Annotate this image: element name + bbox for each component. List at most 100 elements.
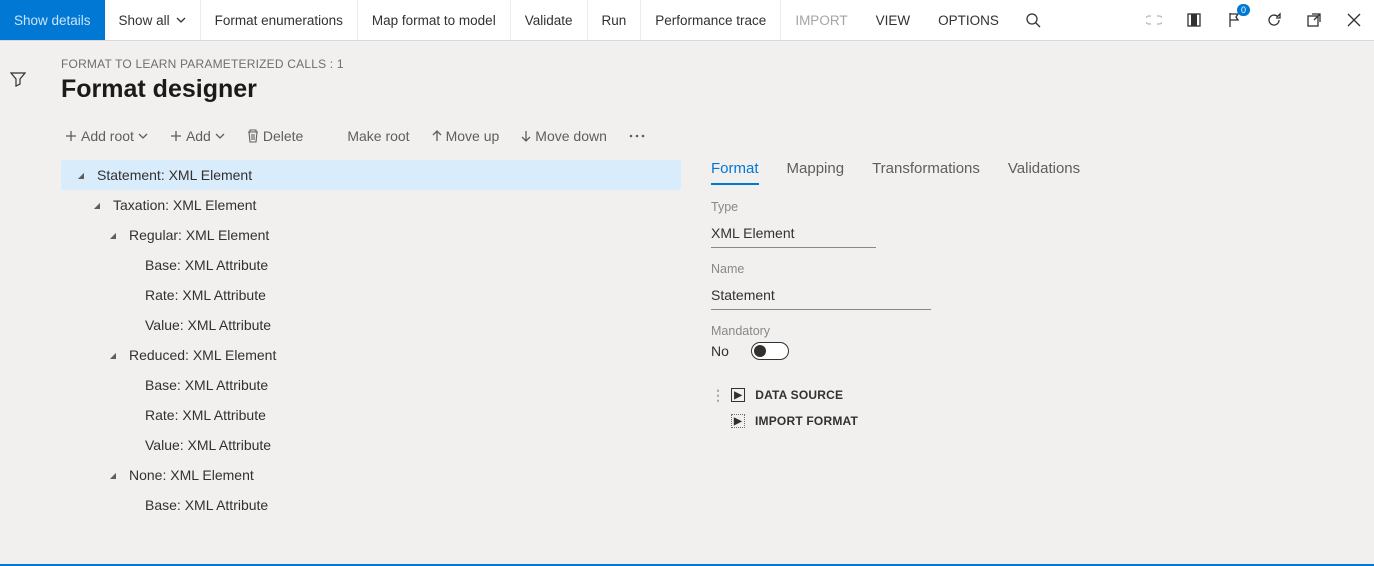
move-up-label: Move up	[446, 128, 500, 144]
delete-label: Delete	[263, 128, 303, 144]
type-label: Type	[711, 200, 1111, 214]
menu-show-all[interactable]: Show all	[105, 0, 201, 40]
tree-node-label: Rate: XML Attribute	[145, 287, 266, 303]
tree-expander-icon[interactable]: ◢	[103, 471, 123, 480]
tree-node-label: Base: XML Attribute	[145, 377, 268, 393]
tree-row[interactable]: Base: XML Attribute	[61, 370, 681, 400]
tree-row[interactable]: ◢ Reduced: XML Element	[61, 340, 681, 370]
import-format-expander[interactable]: ▶ IMPORT FORMAT	[711, 408, 1111, 434]
tab-transformations[interactable]: Transformations	[872, 160, 980, 185]
mandatory-label: Mandatory	[711, 324, 1111, 338]
mandatory-toggle[interactable]	[751, 342, 789, 360]
chevron-down-icon	[176, 17, 186, 23]
menu-office-button[interactable]	[1174, 0, 1214, 40]
move-down-button[interactable]: Move down	[517, 126, 611, 146]
add-label: Add	[186, 128, 211, 144]
tab-format[interactable]: Format	[711, 160, 759, 185]
close-icon	[1347, 13, 1361, 27]
trash-icon	[247, 129, 259, 143]
tree-node-label: Reduced: XML Element	[129, 347, 276, 363]
filter-icon[interactable]	[10, 71, 26, 87]
plus-icon	[65, 130, 77, 142]
link-icon	[1146, 15, 1162, 25]
arrow-down-icon	[521, 130, 531, 142]
delete-button[interactable]: Delete	[243, 126, 307, 146]
page-title: Format designer	[61, 75, 1372, 104]
toolbar-overflow-button[interactable]	[625, 132, 649, 140]
type-field[interactable]	[711, 218, 876, 248]
menu-spacer	[1053, 0, 1134, 40]
move-down-label: Move down	[535, 128, 607, 144]
menu-close-button[interactable]	[1334, 0, 1374, 40]
tree-expander-icon[interactable]: ◢	[103, 231, 123, 240]
arrow-up-icon	[432, 130, 442, 142]
tree-expander-icon[interactable]: ◢	[71, 171, 91, 180]
name-field[interactable]	[711, 280, 931, 310]
menu-view[interactable]: VIEW	[862, 0, 925, 40]
tree-node-label: Statement: XML Element	[97, 167, 252, 183]
plus-icon	[170, 130, 182, 142]
tree-row[interactable]: ◢ Statement: XML Element	[61, 160, 681, 190]
tree-row[interactable]: Value: XML Attribute	[61, 310, 681, 340]
tree-node-label: Value: XML Attribute	[145, 437, 271, 453]
data-source-expander[interactable]: ⋮ ▶ DATA SOURCE	[711, 382, 1111, 408]
menu-format-enumerations[interactable]: Format enumerations	[201, 0, 358, 40]
move-up-button[interactable]: Move up	[428, 126, 504, 146]
chevron-right-icon: ▶	[731, 414, 745, 428]
tree-node-label: Base: XML Attribute	[145, 257, 268, 273]
chevron-down-icon	[138, 133, 148, 139]
menu-refresh-button[interactable]	[1254, 0, 1294, 40]
notification-badge: 0	[1237, 4, 1250, 16]
chevron-right-icon: ▶	[731, 388, 745, 402]
add-root-label: Add root	[81, 128, 134, 144]
make-root-label: Make root	[347, 128, 409, 144]
search-icon	[1025, 12, 1041, 28]
detail-pane: Format Mapping Transformations Validatio…	[711, 160, 1111, 520]
tree-node-label: None: XML Element	[129, 467, 254, 483]
menu-performance-trace[interactable]: Performance trace	[641, 0, 781, 40]
grip-icon: ⋮	[711, 387, 725, 404]
tree-row[interactable]: Rate: XML Attribute	[61, 400, 681, 430]
menu-run[interactable]: Run	[588, 0, 642, 40]
breadcrumb: FORMAT TO LEARN PARAMETERIZED CALLS : 1	[61, 57, 1372, 71]
menu-show-all-label: Show all	[119, 13, 170, 28]
menu-import[interactable]: IMPORT	[781, 0, 861, 40]
menu-validate[interactable]: Validate	[511, 0, 588, 40]
menu-link-button[interactable]	[1134, 0, 1174, 40]
tree-row[interactable]: Base: XML Attribute	[61, 250, 681, 280]
menu-options[interactable]: OPTIONS	[924, 0, 1013, 40]
menu-search-button[interactable]	[1013, 0, 1053, 40]
menu-map-format-to-model[interactable]: Map format to model	[358, 0, 511, 40]
tree-row[interactable]: Base: XML Attribute	[61, 490, 681, 520]
tree-expander-icon[interactable]: ◢	[87, 201, 107, 210]
tree-row[interactable]: ◢ None: XML Element	[61, 460, 681, 490]
tree-row[interactable]: ◢ Taxation: XML Element	[61, 190, 681, 220]
tree-row[interactable]: Rate: XML Attribute	[61, 280, 681, 310]
refresh-icon	[1266, 12, 1282, 28]
import-format-label: IMPORT FORMAT	[755, 414, 858, 428]
tree-node-label: Rate: XML Attribute	[145, 407, 266, 423]
add-button[interactable]: Add	[166, 126, 229, 146]
toolbar: Add root Add Delete Make root Move up Mo…	[61, 120, 1372, 152]
tree-node-label: Base: XML Attribute	[145, 497, 268, 513]
make-root-button[interactable]: Make root	[343, 126, 413, 146]
menu-show-details[interactable]: Show details	[0, 0, 105, 40]
more-icon	[629, 134, 645, 138]
add-root-button[interactable]: Add root	[61, 126, 152, 146]
tree-node-label: Value: XML Attribute	[145, 317, 271, 333]
tab-mapping[interactable]: Mapping	[787, 160, 845, 185]
tree-node-label: Regular: XML Element	[129, 227, 269, 243]
menu-notifications-button[interactable]: 0	[1214, 0, 1254, 40]
office-icon	[1186, 12, 1202, 28]
content-area: FORMAT TO LEARN PARAMETERIZED CALLS : 1 …	[35, 41, 1372, 564]
tab-validations[interactable]: Validations	[1008, 160, 1080, 185]
tree-node-label: Taxation: XML Element	[113, 197, 256, 213]
mandatory-value: No	[711, 343, 729, 359]
left-rail	[0, 41, 35, 564]
menu-bar: Show details Show all Format enumeration…	[0, 0, 1374, 41]
menu-popout-button[interactable]	[1294, 0, 1334, 40]
detail-tabs: Format Mapping Transformations Validatio…	[711, 160, 1111, 186]
tree-row[interactable]: ◢ Regular: XML Element	[61, 220, 681, 250]
tree-expander-icon[interactable]: ◢	[103, 351, 123, 360]
tree-row[interactable]: Value: XML Attribute	[61, 430, 681, 460]
